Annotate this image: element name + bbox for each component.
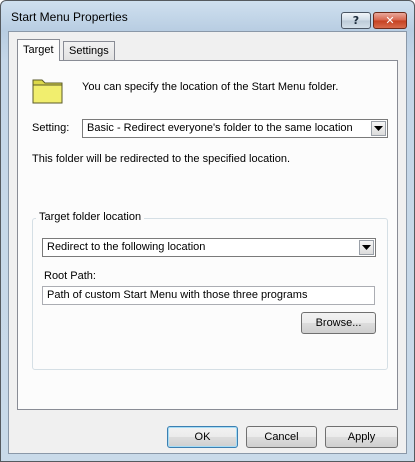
dialog-body: Target Settings You can specify the loca… — [8, 31, 407, 454]
target-location-value: Redirect to the following location — [47, 241, 206, 253]
root-path-label: Root Path: — [44, 270, 96, 282]
setting-dropdown-value: Basic - Redirect everyone's folder to th… — [87, 122, 353, 134]
tab-settings[interactable]: Settings — [63, 41, 115, 61]
redirect-info-text: This folder will be redirected to the sp… — [32, 153, 291, 165]
tab-target[interactable]: Target — [17, 39, 60, 61]
apply-button[interactable]: Apply — [325, 426, 398, 448]
setting-dropdown[interactable]: Basic - Redirect everyone's folder to th… — [82, 119, 388, 138]
tab-target-label: Target — [23, 44, 54, 56]
root-path-input[interactable]: Path of custom Start Menu with those thr… — [42, 286, 375, 305]
setting-label: Setting: — [32, 122, 70, 134]
intro-text: You can specify the location of the Star… — [82, 81, 339, 93]
cancel-button[interactable]: Cancel — [246, 426, 317, 448]
browse-button-label: Browse... — [315, 317, 362, 329]
ok-button[interactable]: OK — [167, 426, 238, 448]
chevron-down-icon[interactable] — [371, 121, 386, 136]
root-path-value: Path of custom Start Menu with those thr… — [47, 289, 308, 301]
close-button[interactable]: ✕ — [373, 12, 407, 29]
chevron-down-icon[interactable] — [359, 240, 374, 255]
ok-button-label: OK — [194, 431, 211, 443]
title-bar[interactable]: Start Menu Properties ? ✕ — [1, 1, 414, 31]
target-tab-panel: You can specify the location of the Star… — [17, 60, 398, 410]
apply-button-label: Apply — [347, 431, 376, 443]
folder-icon — [32, 76, 64, 104]
properties-window: Start Menu Properties ? ✕ Target Setting… — [0, 0, 415, 462]
target-location-dropdown[interactable]: Redirect to the following location — [42, 238, 376, 257]
window-title: Start Menu Properties — [11, 10, 128, 24]
help-icon: ? — [352, 14, 360, 27]
browse-button[interactable]: Browse... — [301, 312, 376, 334]
help-button[interactable]: ? — [341, 12, 371, 29]
cancel-button-label: Cancel — [264, 431, 299, 443]
close-icon: ✕ — [385, 14, 395, 27]
tab-settings-label: Settings — [69, 45, 109, 57]
groupbox-title: Target folder location — [36, 211, 145, 223]
